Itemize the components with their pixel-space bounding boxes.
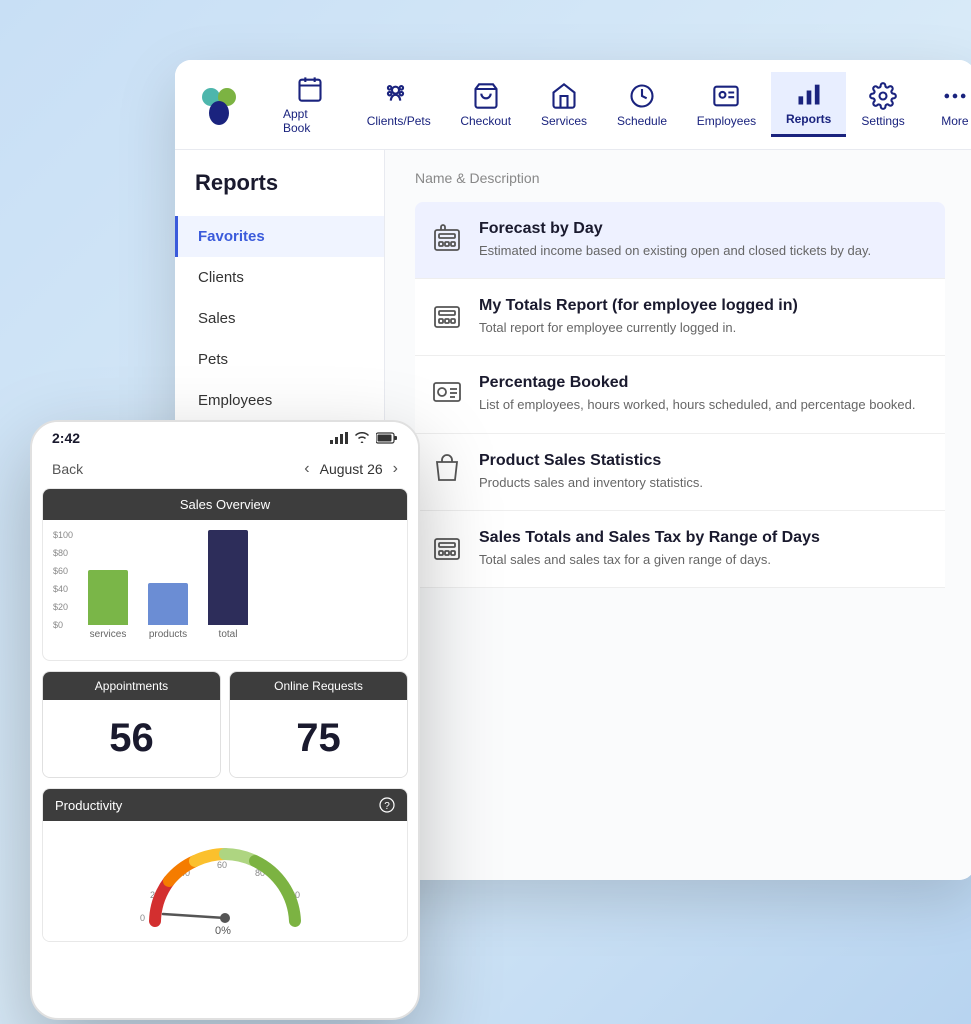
report-desc-percentage: List of employees, hours worked, hours s… (479, 396, 929, 414)
nav-item-settings[interactable]: Settings (846, 74, 920, 136)
app-logo (195, 81, 243, 129)
prev-date-arrow[interactable]: ‹ (304, 460, 309, 478)
sales-overview-section: Sales Overview $100 $80 $60 $40 $20 $0 s… (42, 488, 408, 661)
nav-label-appt-book: Appt Book (283, 107, 336, 135)
column-header: Name & Description (415, 170, 945, 186)
nav-label-checkout: Checkout (460, 114, 511, 128)
report-name-sales-totals: Sales Totals and Sales Tax by Range of D… (479, 529, 929, 547)
report-desc-totals: Total report for employee currently logg… (479, 319, 929, 337)
nav-label-services: Services (541, 114, 587, 128)
phone-back-button[interactable]: Back (52, 461, 83, 477)
nav-item-appt-book[interactable]: Appt Book (267, 67, 352, 143)
main-content: Name & Description (385, 150, 971, 880)
sidebar-item-sales[interactable]: Sales (175, 298, 384, 339)
report-info-product-sales: Product Sales Statistics Products sales … (479, 452, 929, 492)
phone-nav: Back ‹ August 26 › (32, 454, 418, 488)
battery-icon (376, 432, 398, 444)
sidebar-item-favorites[interactable]: Favorites (175, 216, 384, 257)
signal-icon (330, 432, 348, 444)
sidebar-item-employees[interactable]: Employees (175, 380, 384, 421)
phone-date: August 26 (320, 461, 383, 477)
report-info-percentage: Percentage Booked List of employees, hou… (479, 374, 929, 414)
bar-group-total: total (208, 530, 248, 640)
productivity-body: 0 20 40 60 80 100 (43, 821, 407, 941)
productivity-header: Productivity ? (43, 789, 407, 821)
info-icon: ? (379, 797, 395, 813)
bar-label-products: products (149, 629, 187, 640)
nav-item-clients-pets[interactable]: Clients/Pets (352, 74, 445, 136)
chart-bars: services products total (53, 530, 397, 640)
sidebar-item-clients[interactable]: Clients (175, 257, 384, 298)
nav-label-settings: Settings (861, 114, 904, 128)
wifi-icon (354, 432, 370, 444)
phone-time: 2:42 (52, 430, 80, 446)
report-info-sales-totals: Sales Totals and Sales Tax by Range of D… (479, 529, 929, 569)
sidebar-item-pets[interactable]: Pets (175, 339, 384, 380)
productivity-title: Productivity (55, 798, 122, 813)
stat-card-appointments: Appointments 56 (42, 671, 221, 778)
stat-value-appointments: 56 (43, 700, 220, 777)
report-list: Forecast by Day Estimated income based o… (415, 202, 945, 588)
nav-label-schedule: Schedule (617, 114, 667, 128)
report-desc-product-sales: Products sales and inventory statistics. (479, 474, 929, 492)
report-info-totals: My Totals Report (for employee logged in… (479, 297, 929, 337)
nav-label-more: More (941, 114, 968, 128)
bar-label-services: services (90, 629, 127, 640)
report-name-product-sales: Product Sales Statistics (479, 452, 929, 470)
report-info-forecast: Forecast by Day Estimated income based o… (479, 220, 929, 260)
bag-icon (431, 454, 463, 486)
stat-card-online: Online Requests 75 (229, 671, 408, 778)
top-nav: Appt Book Clients/Pets (175, 60, 971, 150)
chart-body: $100 $80 $60 $40 $20 $0 services product… (43, 520, 407, 660)
nav-label-reports: Reports (786, 112, 831, 126)
nav-label-employees: Employees (697, 114, 756, 128)
bar-services (88, 570, 128, 625)
report-item-totals[interactable]: My Totals Report (for employee logged in… (415, 279, 945, 356)
phone-date-nav: ‹ August 26 › (304, 460, 398, 478)
page-title: Reports (175, 170, 384, 216)
nav-items: Appt Book Clients/Pets (267, 67, 971, 143)
phone-status-icons (330, 432, 398, 444)
register-icon-3 (431, 531, 463, 563)
bar-total (208, 530, 248, 625)
bar-group-services: services (88, 570, 128, 640)
productivity-gauge: 0 20 40 60 80 100 (125, 826, 325, 936)
nav-item-services[interactable]: Services (526, 74, 602, 136)
stat-value-online: 75 (230, 700, 407, 777)
svg-text:?: ? (384, 801, 390, 812)
register-icon-2 (431, 299, 463, 331)
next-date-arrow[interactable]: › (393, 460, 398, 478)
stats-row: Appointments 56 Online Requests 75 (42, 671, 408, 778)
report-item-sales-totals[interactable]: Sales Totals and Sales Tax by Range of D… (415, 511, 945, 588)
nav-item-checkout[interactable]: Checkout (445, 74, 526, 136)
nav-item-more[interactable]: More (920, 74, 971, 136)
report-item-product-sales[interactable]: Product Sales Statistics Products sales … (415, 434, 945, 511)
report-item-percentage[interactable]: Percentage Booked List of employees, hou… (415, 356, 945, 433)
sales-overview-header: Sales Overview (43, 489, 407, 520)
report-name-percentage: Percentage Booked (479, 374, 929, 392)
nav-item-schedule[interactable]: Schedule (602, 74, 682, 136)
stat-header-appointments: Appointments (43, 672, 220, 700)
report-name-totals: My Totals Report (for employee logged in… (479, 297, 929, 315)
mobile-phone: 2:42 Back ‹ (30, 420, 420, 1020)
productivity-section: Productivity ? 0 20 40 60 80 100 (42, 788, 408, 942)
chart-y-axis: $100 $80 $60 $40 $20 $0 (53, 530, 73, 630)
bar-group-products: products (148, 583, 188, 640)
nav-item-employees[interactable]: Employees (682, 74, 771, 136)
phone-status-bar: 2:42 (32, 422, 418, 454)
bar-label-total: total (219, 629, 238, 640)
svg-text:0%: 0% (215, 925, 231, 936)
svg-text:0: 0 (140, 913, 145, 923)
stat-header-online: Online Requests (230, 672, 407, 700)
report-name-forecast: Forecast by Day (479, 220, 929, 238)
id-card-icon (431, 376, 463, 408)
nav-item-reports[interactable]: Reports (771, 72, 846, 137)
nav-label-clients-pets: Clients/Pets (367, 114, 431, 128)
register-icon (431, 222, 463, 254)
report-desc-sales-totals: Total sales and sales tax for a given ra… (479, 551, 929, 569)
bar-products (148, 583, 188, 625)
report-desc-forecast: Estimated income based on existing open … (479, 242, 929, 260)
svg-text:60: 60 (217, 860, 227, 870)
report-item-forecast[interactable]: Forecast by Day Estimated income based o… (415, 202, 945, 279)
